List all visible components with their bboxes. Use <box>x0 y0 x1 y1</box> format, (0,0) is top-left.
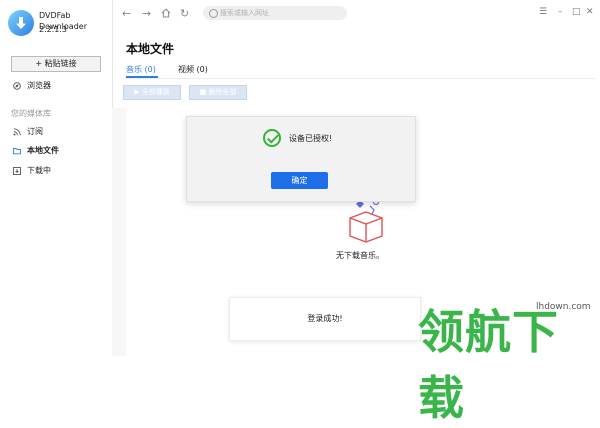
minimize-icon[interactable]: – <box>558 7 563 17</box>
empty-state-text: 无下载音乐。 <box>336 251 384 260</box>
sidebar: DVDFab Downloader 2.2.1.3 + 粘贴链接 浏览器 您的媒… <box>0 0 113 356</box>
close-icon[interactable]: ✕ <box>586 7 594 17</box>
download-icon <box>13 166 21 175</box>
page-title: 本地文件 <box>126 42 175 56</box>
sidebar-item-downloading[interactable]: 下载中 <box>13 165 51 176</box>
plus-icon: + <box>35 59 43 68</box>
sidebar-item-label: 本地文件 <box>27 146 59 155</box>
dialog-message: 设备已授权! <box>289 134 333 143</box>
toolbar: ← → ↻ 搜索或输入网址 ☰ – □ ✕ <box>112 0 600 28</box>
sidebar-item-label: 浏览器 <box>27 81 51 90</box>
empty-music-box-icon <box>349 198 383 243</box>
tab-music[interactable]: 音乐 (0) <box>126 64 156 75</box>
forward-icon[interactable]: → <box>142 8 151 19</box>
rss-icon <box>13 127 21 136</box>
refresh-icon[interactable]: ↻ <box>180 8 189 19</box>
delete-all-button[interactable]: ■ 删除全部 <box>189 85 247 100</box>
list-gutter <box>112 108 126 356</box>
toast-message: 登录成功! <box>307 314 343 323</box>
play-all-label: 全部播放 <box>141 88 170 96</box>
play-icon: ▶ <box>134 88 140 96</box>
ok-button[interactable]: 确定 <box>271 172 328 189</box>
search-placeholder: 搜索或输入网址 <box>220 9 269 17</box>
tab-video[interactable]: 视频 (0) <box>178 64 208 75</box>
delete-all-label: 删除全部 <box>208 88 237 96</box>
check-icon <box>263 129 281 147</box>
sidebar-item-browser[interactable]: 浏览器 <box>13 80 51 91</box>
play-all-button[interactable]: ▶ 全部播放 <box>123 85 181 100</box>
sidebar-item-label: 订阅 <box>27 127 43 136</box>
sidebar-item-label: 下载中 <box>27 166 51 175</box>
watermark-logo-text: 领航下载 <box>418 305 559 425</box>
search-input[interactable]: 搜索或输入网址 <box>203 6 347 20</box>
tab-divider <box>126 78 596 79</box>
authorization-dialog: 设备已授权! 确定 <box>186 116 416 202</box>
search-icon <box>209 9 218 18</box>
folder-icon <box>13 147 21 155</box>
browser-icon <box>13 81 21 90</box>
paste-link-label: 粘贴链接 <box>44 59 77 68</box>
back-icon[interactable]: ← <box>122 8 131 19</box>
maximize-icon[interactable]: □ <box>572 7 581 17</box>
watermark-url: lhdown.com <box>536 302 591 312</box>
menu-icon[interactable]: ☰ <box>539 7 547 17</box>
library-section-label: 您的媒体库 <box>11 109 51 118</box>
paste-link-button[interactable]: + 粘贴链接 <box>11 56 101 72</box>
app-logo <box>8 10 34 36</box>
app-version: 2.2.1.3 <box>39 25 67 34</box>
sidebar-item-subscriptions[interactable]: 订阅 <box>13 126 43 137</box>
trash-icon: ■ <box>199 88 207 96</box>
login-toast: 登录成功! <box>229 297 421 341</box>
sidebar-item-local-files[interactable]: 本地文件 <box>13 145 59 156</box>
home-icon[interactable] <box>161 8 171 20</box>
